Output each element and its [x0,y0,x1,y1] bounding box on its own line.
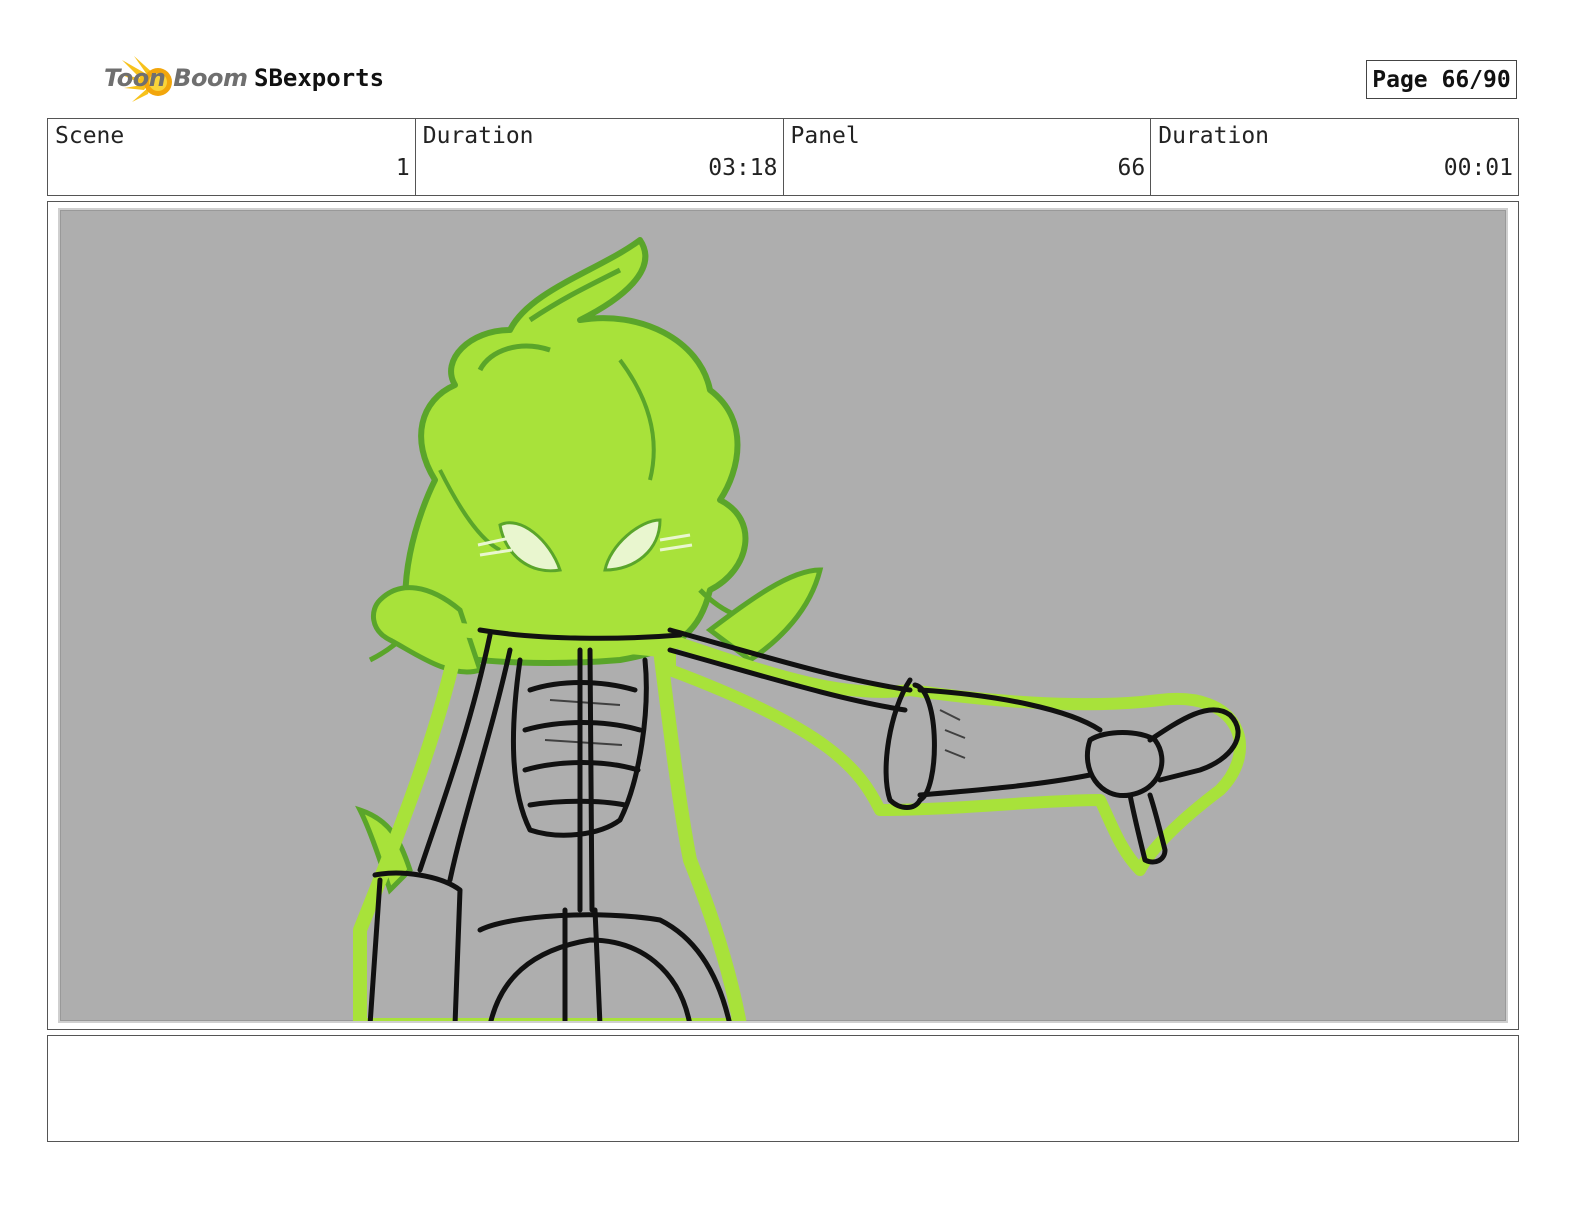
scene-duration-label: Duration [422,123,534,149]
scene-duration-value: 03:18 [708,155,778,181]
panel-duration-value: 00:01 [1443,155,1513,181]
skeleton-flame-sketch [353,237,1246,1021]
storyboard-panel-image [58,208,1508,1023]
scene-value: 1 [395,155,410,181]
panel-duration-cell: Duration 00:01 [1151,119,1518,195]
panel-notes-box [47,1035,1519,1142]
scene-cell: Scene 1 [48,119,416,195]
panel-duration-label: Duration [1158,123,1270,149]
panel-value: 66 [1117,155,1146,181]
scene-label: Scene [55,123,125,149]
panel-label: Panel [790,123,860,149]
scene-duration-cell: Duration 03:18 [416,119,784,195]
panel-cell: Panel 66 [784,119,1152,195]
info-table: Scene 1 Duration 03:18 Panel 66 Duration… [47,118,1519,196]
brand-name: Toon Boom [104,64,248,92]
project-title: SBexports [254,64,385,92]
page-indicator: Page 66/90 [1366,60,1517,99]
